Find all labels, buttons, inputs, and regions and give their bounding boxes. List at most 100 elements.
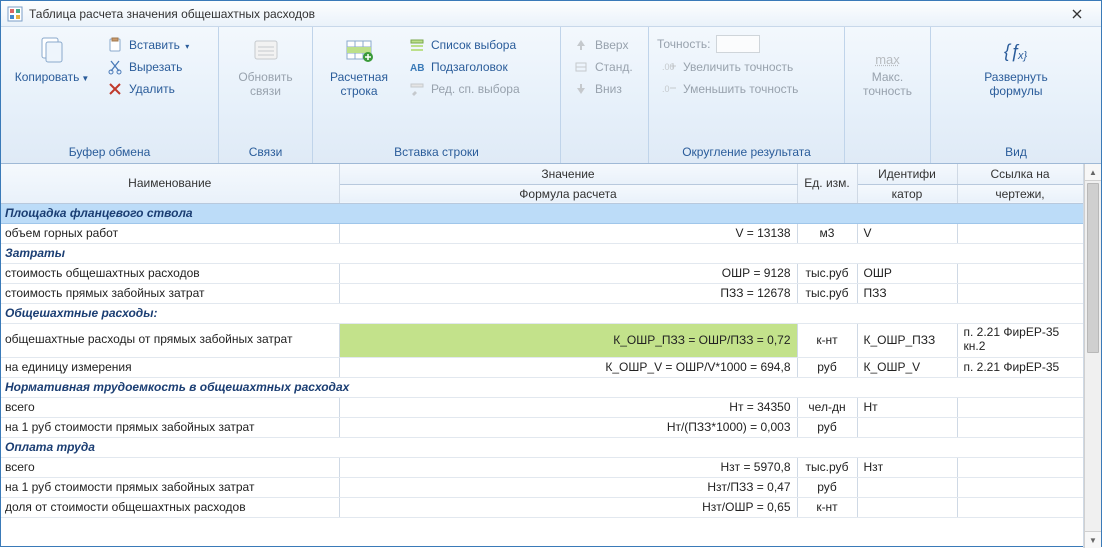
cell-value[interactable]: Нзт/ПЗЗ = 0,47 [339,477,797,497]
std-icon [573,59,589,75]
scroll-down-arrow[interactable]: ▼ [1085,531,1101,548]
cell-unit[interactable]: руб [797,477,857,497]
table-row[interactable]: всегоНт = 34350чел-днНт [1,397,1083,417]
table-row[interactable]: Площадка фланцевого ствола [1,203,1083,223]
cell-ref[interactable] [957,397,1083,417]
calc-row-button[interactable]: Расчетная строка [319,31,399,103]
table-row[interactable]: Оплата труда [1,437,1083,457]
cell-name[interactable]: всего [1,457,339,477]
move-up-button[interactable]: Вверх [567,35,639,55]
cell-id[interactable]: К_ОШР_ПЗЗ [857,323,957,357]
cell-ref[interactable]: п. 2.21 ФирЕР-35 [957,357,1083,377]
table-row[interactable]: объем горных работV = 13138м3V [1,223,1083,243]
cell-unit[interactable]: тыс.руб [797,283,857,303]
cell-unit[interactable]: к-нт [797,497,857,517]
cell-name[interactable]: доля от стоимости общешахтных расходов [1,497,339,517]
table-row[interactable]: общешахтные расходы от прямых забойных з… [1,323,1083,357]
cell-id[interactable] [857,497,957,517]
cell-ref[interactable] [957,283,1083,303]
edit-select-button[interactable]: Ред. сп. выбора [403,79,526,99]
cell-value[interactable]: Нт/(ПЗЗ*1000) = 0,003 [339,417,797,437]
cell-id[interactable]: ОШР [857,263,957,283]
cell-name[interactable]: на единицу измерения [1,357,339,377]
cell-id[interactable]: Нзт [857,457,957,477]
table-row[interactable]: Общешахтные расходы: [1,303,1083,323]
cell-value[interactable]: Нзт/ОШР = 0,65 [339,497,797,517]
col-unit[interactable]: Ед. изм. [797,164,857,203]
table-row[interactable]: на единицу измеренияК_ОШР_V = ОШР/V*1000… [1,357,1083,377]
dec-precision-button[interactable]: .0 Уменьшить точность [655,79,838,99]
cell-id[interactable]: Нт [857,397,957,417]
precision-input[interactable] [716,35,760,53]
cell-name[interactable]: на 1 руб стоимости прямых забойных затра… [1,417,339,437]
cell-ref[interactable] [957,263,1083,283]
cut-button[interactable]: Вырезать [101,57,195,77]
cell-id[interactable] [857,417,957,437]
cell-name[interactable]: всего [1,397,339,417]
inc-precision-button[interactable]: .00 Увеличить точность [655,57,838,77]
table-row[interactable]: на 1 руб стоимости прямых забойных затра… [1,417,1083,437]
cell-value[interactable]: К_ОШР_V = ОШР/V*1000 = 694,8 [339,357,797,377]
paste-button[interactable]: Вставить ▾ [101,35,195,55]
cell-unit[interactable]: руб [797,417,857,437]
close-button[interactable] [1057,4,1097,24]
cell-name[interactable]: общешахтные расходы от прямых забойных з… [1,323,339,357]
cell-name[interactable]: объем горных работ [1,223,339,243]
cell-ref[interactable] [957,497,1083,517]
copy-button[interactable]: Копировать▼ [7,31,97,89]
col-ref-bot[interactable]: чертежи, [957,184,1083,203]
cell-value[interactable]: ОШР = 9128 [339,263,797,283]
cell-ref[interactable] [957,457,1083,477]
cell-unit[interactable]: к-нт [797,323,857,357]
delete-button[interactable]: Удалить [101,79,195,99]
data-grid[interactable]: Наименование Значение Ед. изм. Идентифи … [1,164,1084,548]
cell-value[interactable]: ПЗЗ = 12678 [339,283,797,303]
col-name[interactable]: Наименование [1,164,339,203]
cell-ref[interactable] [957,477,1083,497]
cell-id[interactable]: К_ОШР_V [857,357,957,377]
cell-value[interactable]: К_ОШР_ПЗЗ = ОШР/ПЗЗ = 0,72 [339,323,797,357]
table-row[interactable]: стоимость прямых забойных затратПЗЗ = 12… [1,283,1083,303]
scroll-up-arrow[interactable]: ▲ [1085,164,1101,181]
table-row[interactable]: Затраты [1,243,1083,263]
cell-id[interactable]: ПЗЗ [857,283,957,303]
cell-ref[interactable] [957,223,1083,243]
group-label-move [567,142,642,163]
cell-ref[interactable]: п. 2.21 ФирЕР-35 кн.2 [957,323,1083,357]
cell-value[interactable]: V = 13138 [339,223,797,243]
col-value-top[interactable]: Значение [339,164,797,184]
select-list-button[interactable]: Список выбора [403,35,526,55]
cell-unit[interactable]: м3 [797,223,857,243]
cell-unit[interactable]: тыс.руб [797,457,857,477]
ribbon-group-insert: Расчетная строка Список выбора ABC Подза… [313,27,561,163]
max-precision-button[interactable]: max Макс. точность [851,31,924,103]
subheader-button[interactable]: ABC Подзаголовок [403,57,526,77]
cell-name[interactable]: на 1 руб стоимости прямых забойных затра… [1,477,339,497]
table-row[interactable]: Нормативная трудоемкость в общешахтных р… [1,377,1083,397]
col-id-top[interactable]: Идентифи [857,164,957,184]
cell-name[interactable]: стоимость прямых забойных затрат [1,283,339,303]
cell-id[interactable]: V [857,223,957,243]
vertical-scrollbar[interactable]: ▲ ▼ [1084,164,1101,548]
expand-formulas-button[interactable]: {ƒx} Развернуть формулы [968,31,1064,103]
col-ref-top[interactable]: Ссылка на [957,164,1083,184]
col-id-bot[interactable]: катор [857,184,957,203]
scroll-thumb[interactable] [1087,183,1099,353]
table-row[interactable]: доля от стоимости общешахтных расходовНз… [1,497,1083,517]
cell-id[interactable] [857,477,957,497]
col-value-bot[interactable]: Формула расчета [339,184,797,203]
cell-unit[interactable]: руб [797,357,857,377]
scroll-track[interactable] [1085,181,1101,531]
cell-ref[interactable] [957,417,1083,437]
move-std-button[interactable]: Станд. [567,57,639,77]
refresh-links-button[interactable]: Обновить связи [225,31,306,103]
table-row[interactable]: всегоНзт = 5970,8тыс.рубНзт [1,457,1083,477]
cell-value[interactable]: Нт = 34350 [339,397,797,417]
table-row[interactable]: на 1 руб стоимости прямых забойных затра… [1,477,1083,497]
cell-value[interactable]: Нзт = 5970,8 [339,457,797,477]
move-down-button[interactable]: Вниз [567,79,639,99]
table-row[interactable]: стоимость общешахтных расходовОШР = 9128… [1,263,1083,283]
cell-unit[interactable]: тыс.руб [797,263,857,283]
cell-name[interactable]: стоимость общешахтных расходов [1,263,339,283]
cell-unit[interactable]: чел-дн [797,397,857,417]
